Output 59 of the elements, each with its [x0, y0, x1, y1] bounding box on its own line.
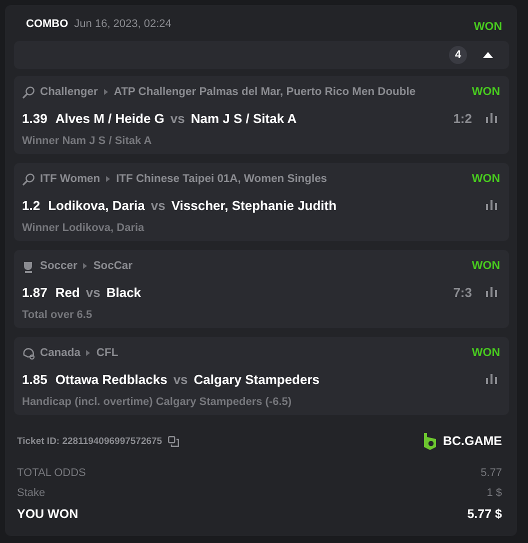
- sport-name: Soccer: [40, 260, 78, 272]
- summary-label: YOU WON: [17, 507, 78, 521]
- logo-icon: [422, 432, 437, 450]
- bet-type: COMBO: [26, 18, 68, 30]
- versus-label: vs: [86, 284, 100, 300]
- bar-chart-icon[interactable]: [486, 200, 497, 210]
- team-name: Black: [106, 284, 142, 300]
- bar-chart-icon[interactable]: [486, 113, 497, 123]
- sport-name: Challenger: [40, 86, 98, 98]
- leg-status: WON: [472, 86, 500, 98]
- leg-odds: 1.85: [22, 372, 48, 386]
- summary-value: 1 $: [486, 487, 502, 499]
- league-name: ITF Chinese Taipei 01A, Women Singles: [116, 173, 328, 185]
- team-name: Visscher, Stephanie Judith: [171, 198, 337, 212]
- sport-name: Canada: [40, 347, 80, 359]
- leg-odds: 1.39: [22, 110, 48, 126]
- leg-odds: 1.2: [22, 198, 40, 212]
- bet-date: Jun 16, 2023, 02:24: [74, 18, 172, 30]
- versus-label: vs: [173, 372, 188, 386]
- chevron-icon: [104, 89, 108, 95]
- team-name: Lodikova, Daria: [48, 198, 145, 212]
- team-name: Calgary Stampeders: [194, 372, 320, 386]
- chevron-icon: [86, 350, 90, 356]
- chevron-icon: [106, 176, 110, 182]
- team-name: Ottawa Redblacks: [55, 372, 168, 386]
- team-name: Red: [55, 284, 80, 300]
- bar-chart-icon[interactable]: [486, 287, 497, 297]
- league-name: ATP Challenger Palmas del Mar, Puerto Rico Men Double: [114, 86, 416, 98]
- summary-label: TOTAL ODDS: [17, 467, 86, 479]
- league-name: SocCar: [93, 260, 133, 272]
- match-score: 7:3: [453, 284, 472, 300]
- bar-chart-icon[interactable]: [486, 374, 497, 384]
- versus-label: vs: [170, 110, 185, 126]
- sport-name: ITF Women: [40, 173, 100, 185]
- market-selection: Winner Nam J S / Sitak A: [22, 135, 153, 147]
- summary-label: Stake: [17, 487, 46, 499]
- summary-value: 5.77 $: [467, 507, 502, 521]
- team-name: Nam J S / Sitak A: [190, 110, 297, 126]
- market-selection: Total over 6.5: [22, 309, 94, 321]
- cup-icon: [22, 260, 35, 272]
- chevron-icon: [83, 263, 88, 269]
- match-score: 1:2: [453, 110, 472, 126]
- brand-name: BC.GAME: [442, 434, 502, 448]
- caret-icon[interactable]: [483, 52, 493, 58]
- market-selection: Handicap (incl. overtime) Calgary Stampeders (-6.5): [22, 396, 293, 408]
- copy-icon[interactable]: [168, 436, 180, 446]
- leg-status: WON: [472, 347, 500, 359]
- versus-label: vs: [150, 198, 166, 212]
- leg-odds: 1.87: [22, 284, 48, 300]
- leg-status: WON: [472, 260, 500, 272]
- ticket-id: Ticket ID: 2281194096997572675: [17, 436, 162, 446]
- market-selection: Winner Lodikova, Daria: [22, 222, 146, 234]
- bet-status: WON: [474, 21, 502, 33]
- legs-toggle-bar[interactable]: 4: [14, 41, 509, 69]
- summary-value: 5.77: [480, 467, 502, 479]
- team-name: Alves M / Heide G: [55, 110, 164, 126]
- legs-count-badge: 4: [449, 46, 467, 64]
- leg-status: WON: [472, 173, 500, 185]
- league-name: CFL: [96, 347, 118, 359]
